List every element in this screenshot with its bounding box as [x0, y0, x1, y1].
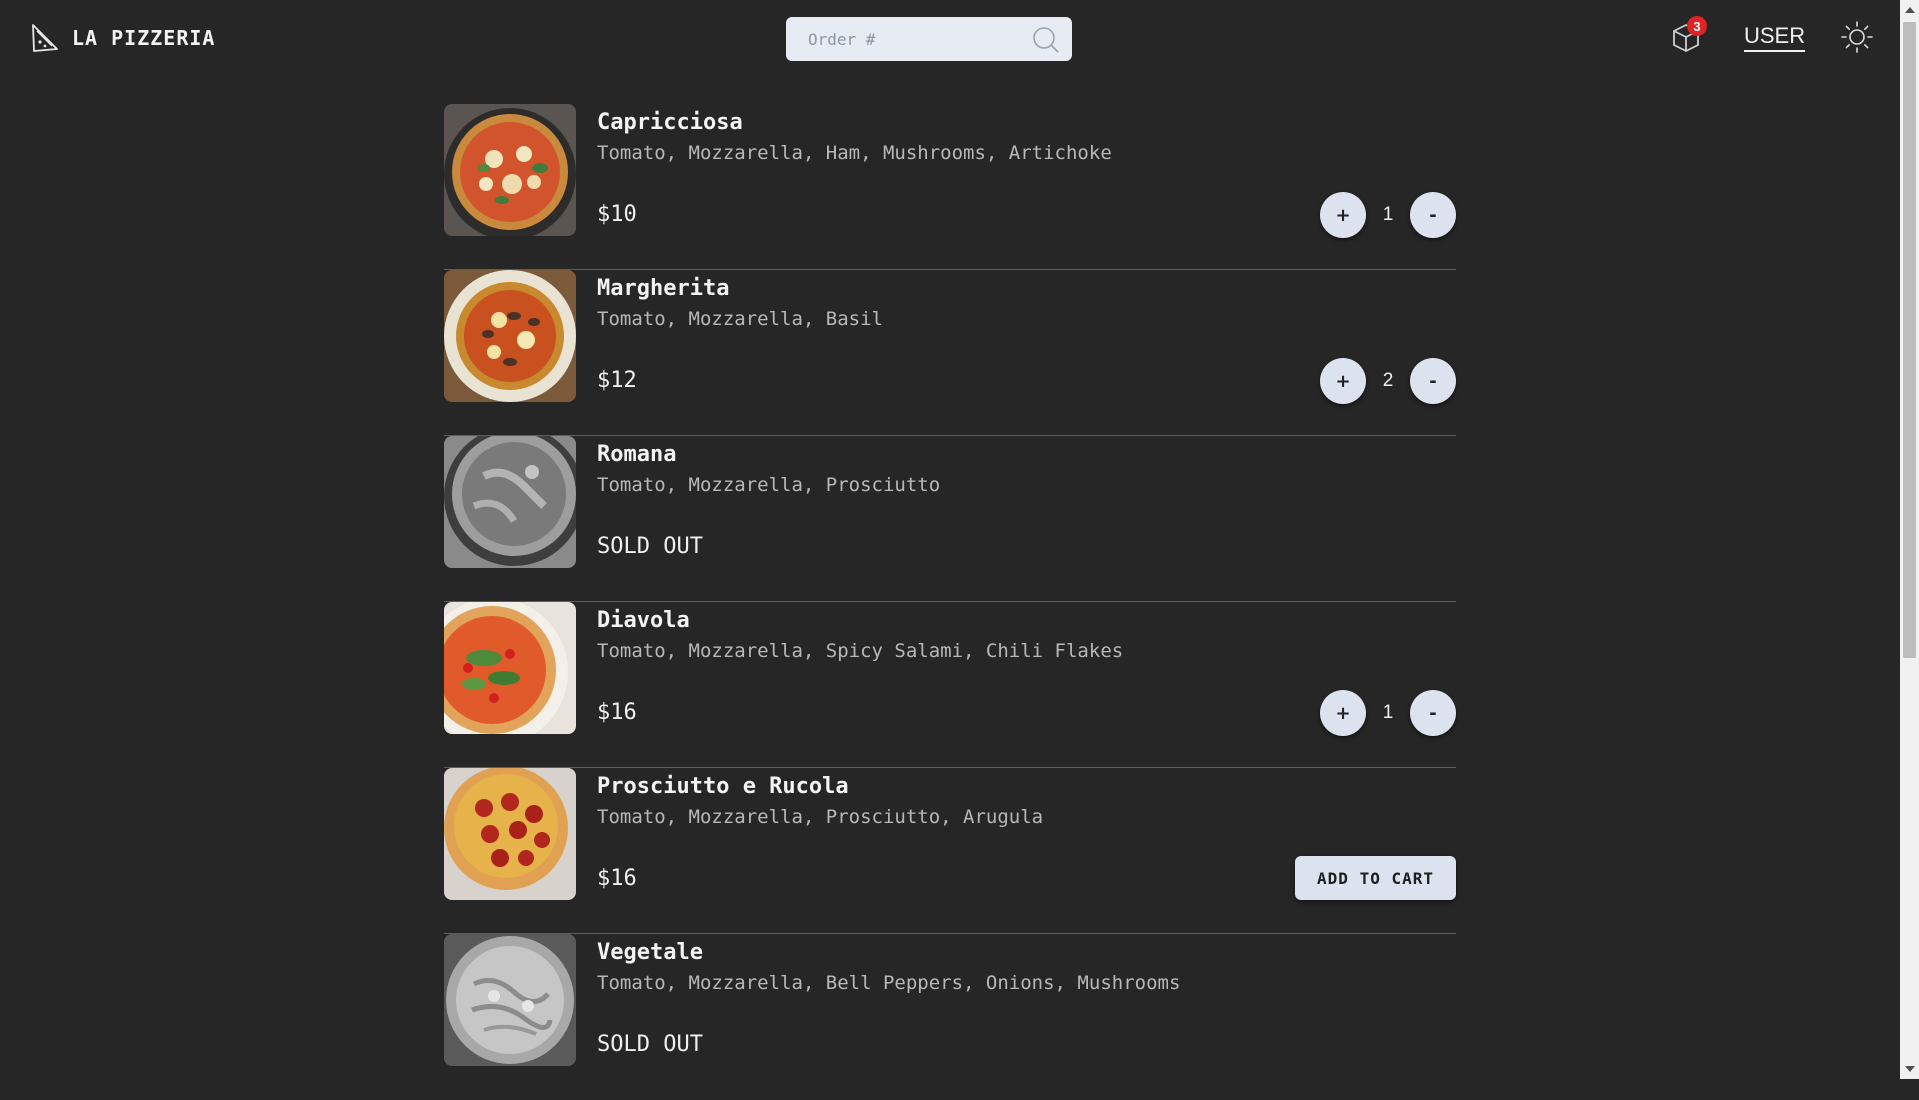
pizza-image	[444, 104, 576, 236]
sun-icon[interactable]	[1840, 20, 1874, 54]
item-name: Prosciutto e Rucola	[597, 774, 849, 799]
increase-quantity-button[interactable]: +	[1320, 358, 1366, 404]
search-icon[interactable]	[1032, 26, 1060, 54]
scroll-down-arrow-icon[interactable]	[1905, 1066, 1915, 1072]
item-ingredients: Tomato, Mozzarella, Bell Peppers, Onions…	[597, 972, 1181, 994]
item-name: Diavola	[597, 608, 690, 633]
brand[interactable]: LA PIZZERIA	[30, 22, 215, 54]
pizza-image	[444, 602, 576, 734]
sold-out-label: SOLD OUT	[597, 534, 703, 559]
item-ingredients: Tomato, Mozzarella, Spicy Salami, Chili …	[597, 640, 1124, 662]
pizza-image	[444, 270, 576, 402]
item-ingredients: Tomato, Mozzarella, Prosciutto	[597, 474, 941, 496]
item-name: Capricciosa	[597, 110, 743, 135]
brand-name: LA PIZZERIA	[72, 26, 216, 50]
scroll-up-arrow-icon[interactable]	[1905, 7, 1915, 13]
sold-out-label: SOLD OUT	[597, 1032, 703, 1057]
menu-item: Vegetale Tomato, Mozzarella, Bell Pepper…	[444, 934, 1456, 1100]
item-ingredients: Tomato, Mozzarella, Prosciutto, Arugula	[597, 806, 1044, 828]
quantity-value: 1	[1382, 204, 1394, 225]
increase-quantity-button[interactable]: +	[1320, 690, 1366, 736]
item-ingredients: Tomato, Mozzarella, Basil	[597, 308, 883, 330]
item-price: $10	[597, 202, 637, 227]
menu-list: Capricciosa Tomato, Mozzarella, Ham, Mus…	[444, 104, 1456, 1100]
item-name: Vegetale	[597, 940, 703, 965]
pizza-image	[444, 436, 576, 568]
top-nav: LA PIZZERIA 3 USER	[0, 0, 1900, 78]
item-ingredients: Tomato, Mozzarella, Ham, Mushrooms, Arti…	[597, 142, 1112, 164]
scroll-thumb[interactable]	[1903, 22, 1916, 658]
menu-item: Romana Tomato, Mozzarella, Prosciutto SO…	[444, 436, 1456, 602]
menu-item: Prosciutto e Rucola Tomato, Mozzarella, …	[444, 768, 1456, 934]
user-link[interactable]: USER	[1744, 23, 1805, 49]
quantity-stepper: + 2 -	[1320, 358, 1456, 404]
menu-item: Capricciosa Tomato, Mozzarella, Ham, Mus…	[444, 104, 1456, 270]
cart-button[interactable]: 3	[1668, 16, 1707, 56]
page-scrollbar[interactable]	[1900, 0, 1919, 1079]
order-search-input[interactable]	[786, 17, 1026, 61]
pizza-slice-icon	[32, 24, 58, 52]
item-price: $16	[597, 700, 637, 725]
quantity-value: 2	[1382, 370, 1394, 391]
quantity-stepper: + 1 -	[1320, 690, 1456, 736]
menu-item: Diavola Tomato, Mozzarella, Spicy Salami…	[444, 602, 1456, 768]
order-search	[786, 17, 1072, 61]
item-name: Margherita	[597, 276, 730, 301]
increase-quantity-button[interactable]: +	[1320, 192, 1366, 238]
pizza-image	[444, 768, 576, 900]
quantity-stepper: + 1 -	[1320, 192, 1456, 238]
add-to-cart-button[interactable]: ADD TO CART	[1295, 856, 1456, 900]
cart-count-badge: 3	[1687, 16, 1707, 36]
decrease-quantity-button[interactable]: -	[1410, 192, 1456, 238]
quantity-value: 1	[1382, 702, 1394, 723]
menu-item: Margherita Tomato, Mozzarella, Basil $12…	[444, 270, 1456, 436]
item-name: Romana	[597, 442, 677, 467]
decrease-quantity-button[interactable]: -	[1410, 358, 1456, 404]
item-price: $16	[597, 866, 637, 891]
decrease-quantity-button[interactable]: -	[1410, 690, 1456, 736]
pizza-image	[444, 934, 576, 1066]
item-price: $12	[597, 368, 637, 393]
